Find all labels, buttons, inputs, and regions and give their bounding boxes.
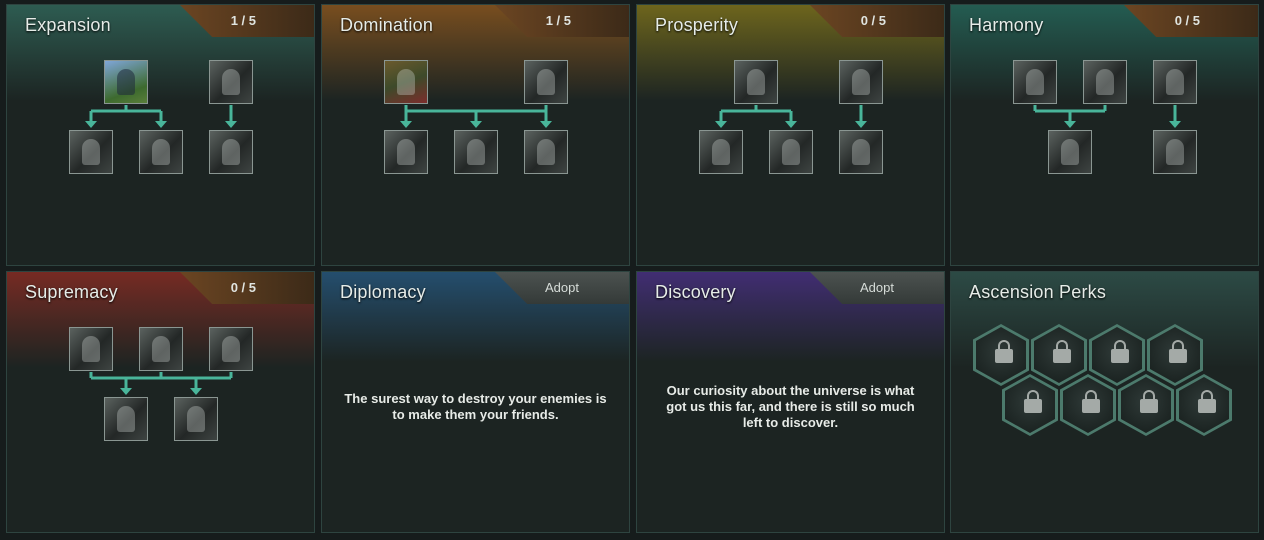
lock-icon	[1198, 390, 1216, 413]
adopt-button[interactable]: Adopt	[495, 272, 629, 304]
tradition-quote: Our curiosity about the universe is what…	[666, 383, 915, 430]
tradition-node[interactable]	[174, 397, 218, 441]
ascension-perk-slot-locked[interactable]	[1060, 374, 1116, 436]
tradition-node[interactable]	[1083, 60, 1127, 104]
tradition-node[interactable]	[1013, 60, 1057, 104]
tradition-node[interactable]	[839, 60, 883, 104]
ascension-perk-slot-locked[interactable]	[1176, 374, 1232, 436]
tradition-panel-prosperity: Prosperity 0 / 5	[636, 4, 945, 266]
lock-icon	[1053, 340, 1071, 363]
tradition-node[interactable]	[769, 130, 813, 174]
hex-inner	[1063, 377, 1113, 433]
panel-title: Discovery	[655, 282, 736, 302]
tradition-node[interactable]	[1048, 130, 1092, 174]
lock-icon	[995, 340, 1013, 363]
tradition-panel-harmony: Harmony 0 / 5	[950, 4, 1259, 266]
tradition-node[interactable]	[139, 327, 183, 371]
adopt-label: Adopt	[545, 280, 579, 295]
tradition-panel-discovery: Discovery Adopt Our curiosity about the …	[636, 271, 945, 533]
tradition-panel-supremacy: Supremacy 0 / 5	[6, 271, 315, 533]
background-decoration	[332, 517, 337, 532]
lock-icon	[1111, 340, 1129, 363]
tradition-panel-domination: Domination 1 / 5	[321, 4, 630, 266]
panel-title: Diplomacy	[340, 282, 426, 302]
tradition-node[interactable]	[734, 60, 778, 104]
tradition-node[interactable]	[1153, 60, 1197, 104]
tradition-node[interactable]	[699, 130, 743, 174]
tradition-panel-diplomacy: Diplomacy Adopt The surest way to destro…	[321, 271, 630, 533]
hex-inner	[1121, 377, 1171, 433]
tradition-node[interactable]	[209, 130, 253, 174]
hex-inner	[1005, 377, 1055, 433]
ascension-perk-slot-locked[interactable]	[1031, 324, 1087, 386]
ascension-perk-slot-locked[interactable]	[973, 324, 1029, 386]
tradition-quote: The surest way to destroy your enemies i…	[344, 391, 607, 422]
tree-connectors	[1033, 105, 1181, 128]
ascension-perk-slot-locked[interactable]	[1089, 324, 1145, 386]
adopt-label: Adopt	[860, 280, 894, 295]
tradition-node[interactable]	[454, 130, 498, 174]
hex-inner	[976, 327, 1026, 383]
ascension-perks-panel: Ascension Perks	[950, 271, 1259, 533]
panel-title: Ascension Perks	[969, 282, 1107, 302]
lock-icon	[1140, 390, 1158, 413]
ascension-perk-slot-locked[interactable]	[1002, 374, 1058, 436]
ascension-perk-slot-locked[interactable]	[1118, 374, 1174, 436]
tradition-node[interactable]	[1153, 130, 1197, 174]
tradition-node[interactable]	[69, 327, 113, 371]
hex-inner	[1092, 327, 1142, 383]
lock-icon	[1169, 340, 1187, 363]
tradition-node-adopted[interactable]	[104, 60, 148, 104]
tradition-node[interactable]	[209, 327, 253, 371]
hex-inner	[1034, 327, 1084, 383]
tradition-node[interactable]	[384, 130, 428, 174]
hex-inner	[1150, 327, 1200, 383]
tradition-panel-expansion: Expansion 1 / 5	[6, 4, 315, 266]
tradition-node[interactable]	[209, 60, 253, 104]
lock-icon	[1082, 390, 1100, 413]
tradition-node[interactable]	[839, 130, 883, 174]
hex-inner	[1179, 377, 1229, 433]
tradition-node[interactable]	[139, 130, 183, 174]
ascension-perk-slot-locked[interactable]	[1147, 324, 1203, 386]
lock-icon	[1024, 390, 1042, 413]
tradition-node[interactable]	[104, 397, 148, 441]
tree-connectors	[89, 372, 233, 395]
tradition-node[interactable]	[524, 60, 568, 104]
tradition-node[interactable]	[524, 130, 568, 174]
tradition-node[interactable]	[69, 130, 113, 174]
adopt-button[interactable]: Adopt	[810, 272, 944, 304]
tradition-node-adopted[interactable]	[384, 60, 428, 104]
